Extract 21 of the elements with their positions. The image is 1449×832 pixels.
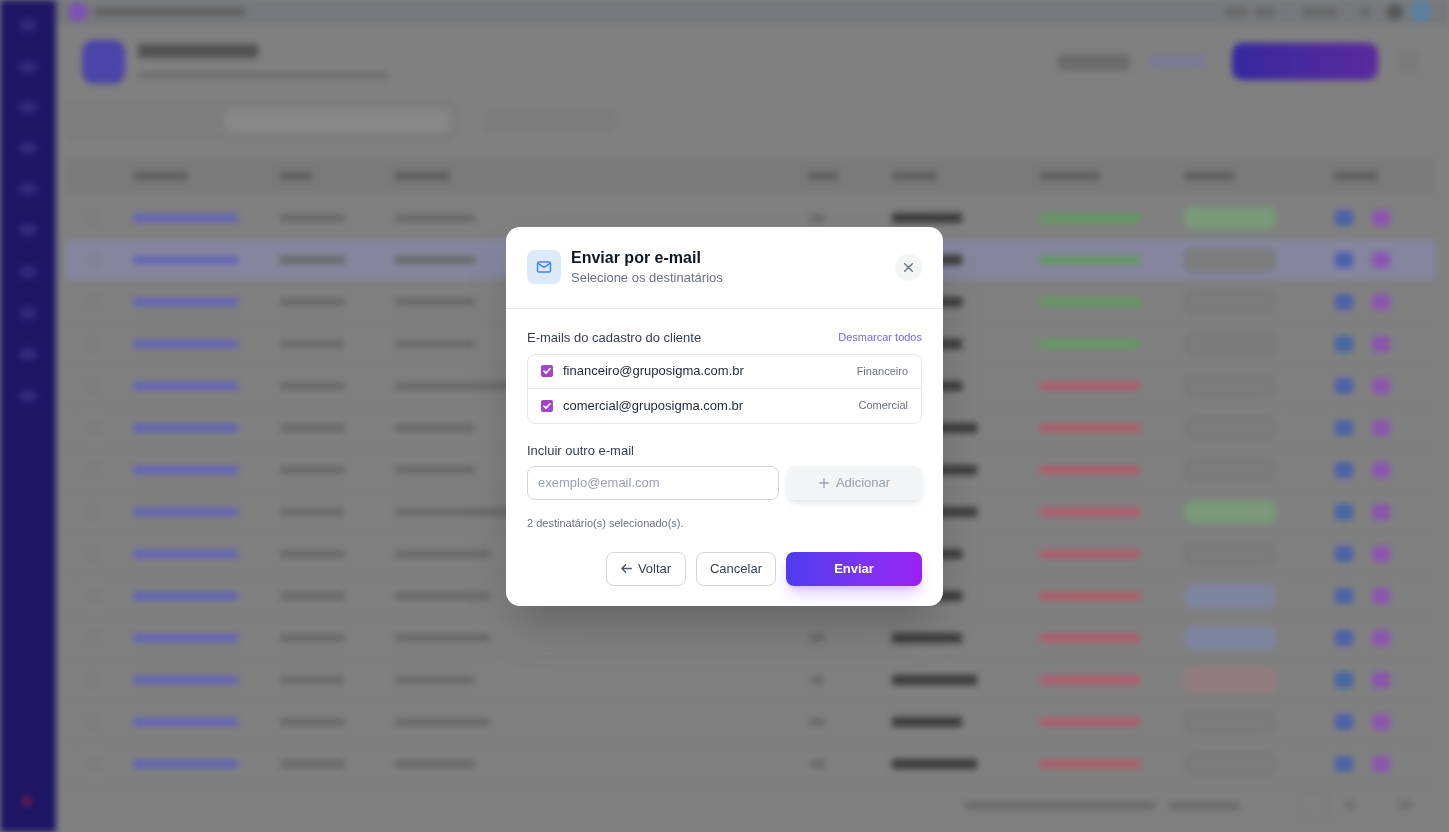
- selection-summary: 2 destinatário(s) selecionado(s).: [527, 515, 685, 531]
- deselect-all-link[interactable]: Desmarcar todos: [838, 329, 922, 346]
- section-label: E-mails do cadastro do cliente: [527, 328, 702, 347]
- email-input-field[interactable]: exemplo@email.com: [527, 465, 779, 500]
- plus-icon: [818, 477, 829, 488]
- close-icon: [904, 262, 913, 272]
- checkbox[interactable]: [541, 399, 553, 412]
- cancel-button[interactable]: Cancelar: [696, 551, 776, 586]
- category-label: Comercial: [858, 398, 908, 414]
- arrow-left-icon: [620, 564, 632, 573]
- send-button[interactable]: Enviar: [786, 551, 922, 586]
- back-button[interactable]: Voltar: [606, 551, 686, 586]
- mail-icon: [527, 250, 561, 284]
- email-address: comercial@gruposigma.com.br: [563, 396, 745, 415]
- field-label: Incluir outro e-mail: [527, 441, 635, 460]
- checkbox[interactable]: [541, 365, 553, 377]
- dialog-title: Enviar por e-mail: [571, 247, 702, 268]
- email-address: financeiro@gruposigma.com.br: [563, 362, 745, 381]
- close-button[interactable]: [895, 253, 922, 281]
- category-label: Financeiro: [856, 363, 908, 379]
- dialog-subtitle: Selecione os destinatários: [571, 268, 724, 287]
